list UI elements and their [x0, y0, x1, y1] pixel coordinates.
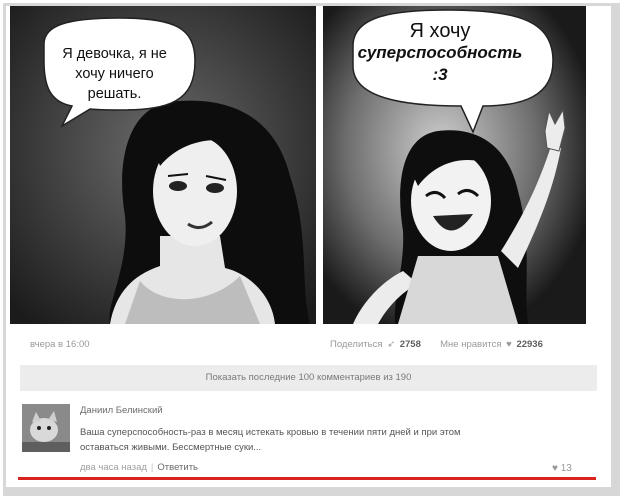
panel2-speech-line: :3 [432, 65, 448, 84]
highlight-underline [18, 477, 596, 480]
separator: | [150, 462, 154, 473]
comment-footer: два часа назад | Ответить [80, 462, 198, 473]
likes-label: Мне нравится [440, 339, 502, 350]
heart-icon: ♥ [506, 339, 512, 350]
avatar-image [22, 404, 70, 452]
panel2-speech-line: Я хочу [409, 20, 471, 42]
post-actions: Поделиться ➶ 2758 Мне нравится ♥ 22936 [330, 339, 595, 350]
share-icon: ➶ [387, 339, 396, 350]
comment-text-line: оставаться живыми. Бессмертные суки... [80, 442, 262, 453]
avatar[interactable] [22, 404, 70, 452]
panel1-speech-line: решать. [87, 86, 142, 102]
share-button[interactable]: Поделиться ➶ 2758 [330, 339, 421, 350]
comment-text: Ваша суперспособность-раз в месяц истека… [80, 425, 580, 455]
panel1-speech-bubble: Я девочка, я не хочу ничего решать. [51, 44, 178, 104]
heart-icon: ♥ [552, 463, 558, 474]
panel1-speech-line: Я девочка, я не [62, 46, 167, 62]
panel1-speech-line: хочу ничего [75, 66, 154, 82]
comment-text-line: Ваша суперспособность-раз в месяц истека… [80, 427, 461, 438]
share-label: Поделиться [330, 339, 383, 350]
like-button[interactable]: Мне нравится ♥ 22936 [440, 339, 543, 350]
comment-author[interactable]: Даниил Белинский [80, 405, 163, 416]
comment-like-button[interactable]: ♥ 13 [552, 463, 572, 474]
likes-count: 22936 [516, 339, 543, 350]
panel2-speech-line: суперспособность [357, 43, 523, 62]
reply-button[interactable]: Ответить [157, 462, 198, 473]
show-comments-button[interactable]: Показать последние 100 комментариев из 1… [20, 365, 597, 391]
panel2-speech-bubble: Я хочу суперспособность :3 [325, 20, 555, 86]
share-count: 2758 [399, 339, 421, 350]
comment-likes-count: 13 [560, 463, 572, 474]
post-date[interactable]: вчера в 16:00 [30, 339, 90, 350]
comment-time[interactable]: два часа назад [80, 462, 147, 473]
